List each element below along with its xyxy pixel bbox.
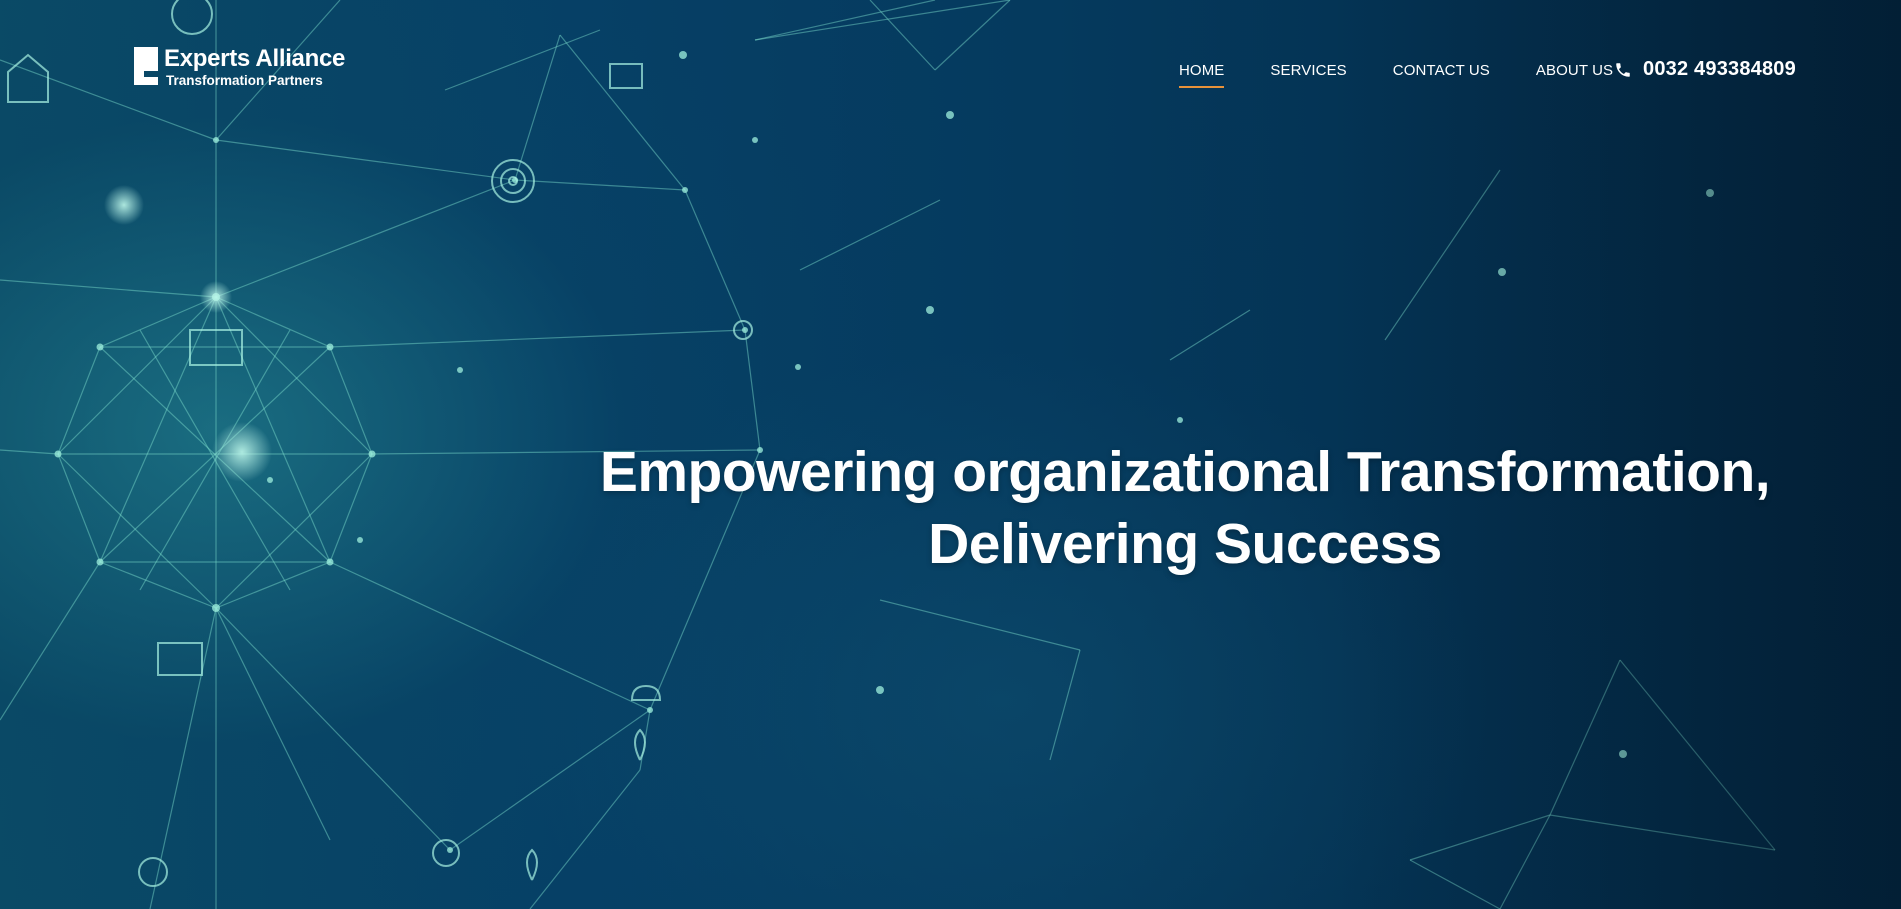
- nav-item-services[interactable]: SERVICES: [1270, 62, 1346, 79]
- brand-tagline: Transformation Partners: [166, 73, 323, 88]
- brand-name: Experts Alliance: [164, 45, 346, 72]
- phone-icon: [1616, 62, 1630, 77]
- brand-logo[interactable]: Experts Alliance Transformation Partners: [134, 47, 345, 88]
- nav-item-contact-us[interactable]: CONTACT US: [1393, 62, 1490, 79]
- phone-number: 0032 493384809: [1643, 58, 1796, 80]
- logo-text: Experts Alliance Transformation Partners: [164, 47, 345, 88]
- nav-item-home[interactable]: HOME: [1179, 62, 1225, 88]
- phone-contact[interactable]: 0032 493384809: [1614, 58, 1796, 81]
- nav-item-about-us[interactable]: ABOUT US: [1536, 62, 1613, 79]
- hero-headline-line-1: Empowering organizational Transformation…: [599, 440, 1771, 504]
- hero-headline-line-2: Delivering Success: [928, 512, 1442, 576]
- hero-headline: Empowering organizational Transformation…: [540, 436, 1830, 580]
- logo-mark-icon: [134, 47, 160, 87]
- main-navigation: HOME SERVICES CONTACT US ABOUT US: [1179, 62, 1635, 88]
